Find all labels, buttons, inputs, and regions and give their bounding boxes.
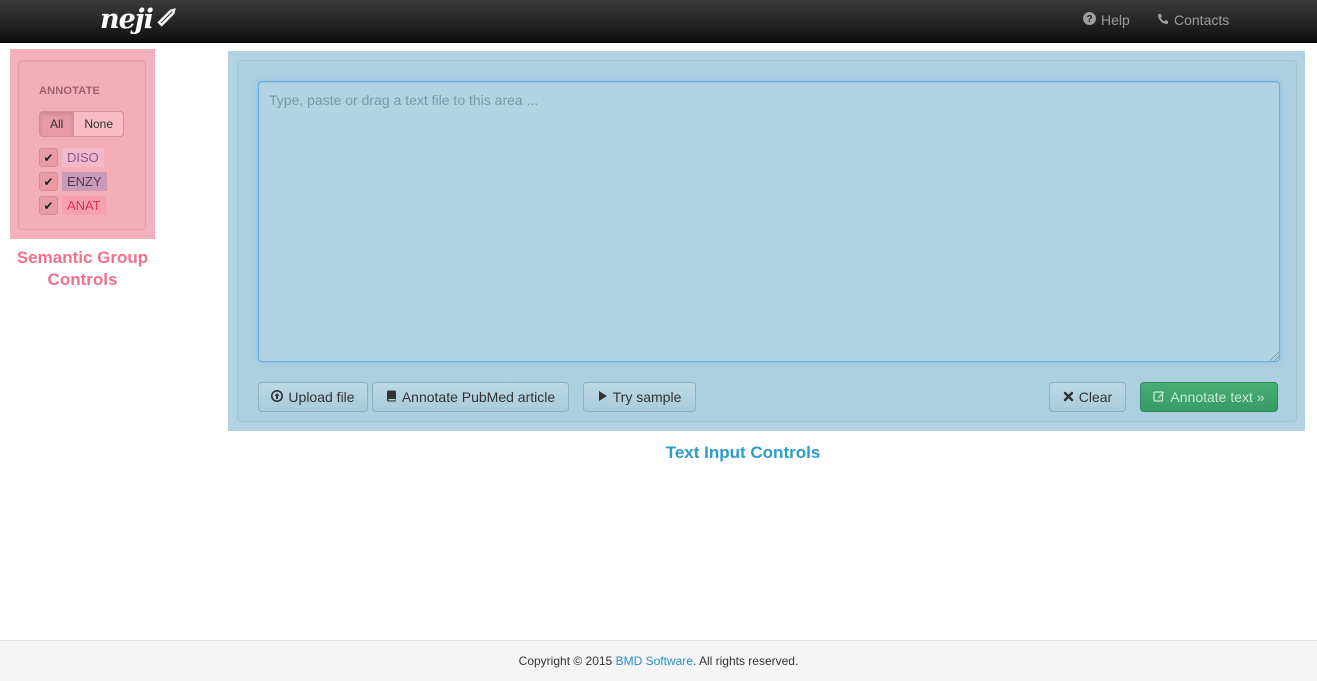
nav-help-label: Help [1101, 12, 1130, 28]
pencil-icon [155, 3, 181, 36]
annotate-text-label: Annotate text » [1170, 389, 1265, 405]
upload-file-button[interactable]: Upload file [258, 382, 368, 412]
close-icon [1063, 389, 1074, 405]
upload-circle-icon [271, 389, 284, 405]
nav-help-link[interactable]: ? Help [1083, 12, 1130, 28]
semantic-group-caption: Semantic Group Controls [0, 247, 165, 291]
clear-label: Clear [1078, 389, 1113, 405]
text-input-well: Upload file Annotate PubMed article Try … [237, 60, 1297, 422]
svg-text:?: ? [1086, 14, 1092, 25]
text-input-panel: Upload file Annotate PubMed article Try … [228, 51, 1305, 431]
bmd-software-link[interactable]: BMD Software [616, 654, 693, 668]
anat-checkbox[interactable]: ✔ [39, 196, 58, 215]
text-input-caption: Text Input Controls [665, 443, 821, 462]
clear-button[interactable]: Clear [1049, 382, 1126, 412]
play-icon [598, 389, 608, 405]
diso-checkbox[interactable]: ✔ [39, 148, 58, 167]
group-row-diso: ✔ DISO [39, 148, 104, 167]
semantic-caption-line1: Semantic Group [16, 248, 149, 267]
semantic-group-panel: ANNOTATE All None ✔ DISO ✔ ENZY ✔ ANAT [10, 49, 155, 239]
group-row-enzy: ✔ ENZY [39, 172, 107, 191]
question-circle-icon: ? [1083, 12, 1096, 28]
group-row-anat: ✔ ANAT [39, 196, 106, 215]
annotate-pubmed-button[interactable]: Annotate PubMed article [372, 382, 569, 412]
anat-label: ANAT [62, 196, 106, 215]
nav-contacts-link[interactable]: Contacts [1157, 12, 1229, 28]
select-toggle-group: All None [39, 111, 125, 137]
upload-file-label: Upload file [288, 389, 355, 405]
diso-label: DISO [62, 148, 104, 167]
text-input-area[interactable] [258, 81, 1280, 362]
page-footer: Copyright © 2015 BMD Software. All right… [0, 640, 1317, 681]
annotate-pubmed-label: Annotate PubMed article [401, 389, 556, 405]
try-sample-label: Try sample [612, 389, 682, 405]
nav-contacts-label: Contacts [1174, 12, 1230, 28]
top-navbar: neji ? Help Contacts [0, 0, 1317, 43]
brand-logo[interactable]: neji [100, 3, 181, 36]
resize-handle[interactable] [1270, 352, 1279, 361]
phone-icon [1157, 12, 1169, 28]
copyright-suffix: . All rights reserved. [692, 654, 799, 668]
brand-name: neji [100, 4, 154, 35]
annotate-heading: ANNOTATE [39, 85, 101, 97]
copyright-prefix: Copyright © 2015 [518, 654, 613, 668]
try-sample-button[interactable]: Try sample [583, 382, 696, 412]
enzy-label: ENZY [62, 172, 107, 191]
check-icon: ✔ [43, 150, 54, 165]
book-icon [386, 389, 397, 405]
annotate-well: ANNOTATE All None ✔ DISO ✔ ENZY ✔ ANAT [18, 60, 146, 230]
select-all-button[interactable]: All [39, 111, 75, 137]
check-icon: ✔ [43, 174, 54, 189]
enzy-checkbox[interactable]: ✔ [39, 172, 58, 191]
check-icon: ✔ [43, 198, 54, 213]
semantic-caption-line2: Controls [47, 270, 118, 289]
edit-icon [1153, 389, 1165, 405]
select-none-button[interactable]: None [74, 111, 125, 137]
annotate-text-button[interactable]: Annotate text » [1140, 382, 1278, 412]
